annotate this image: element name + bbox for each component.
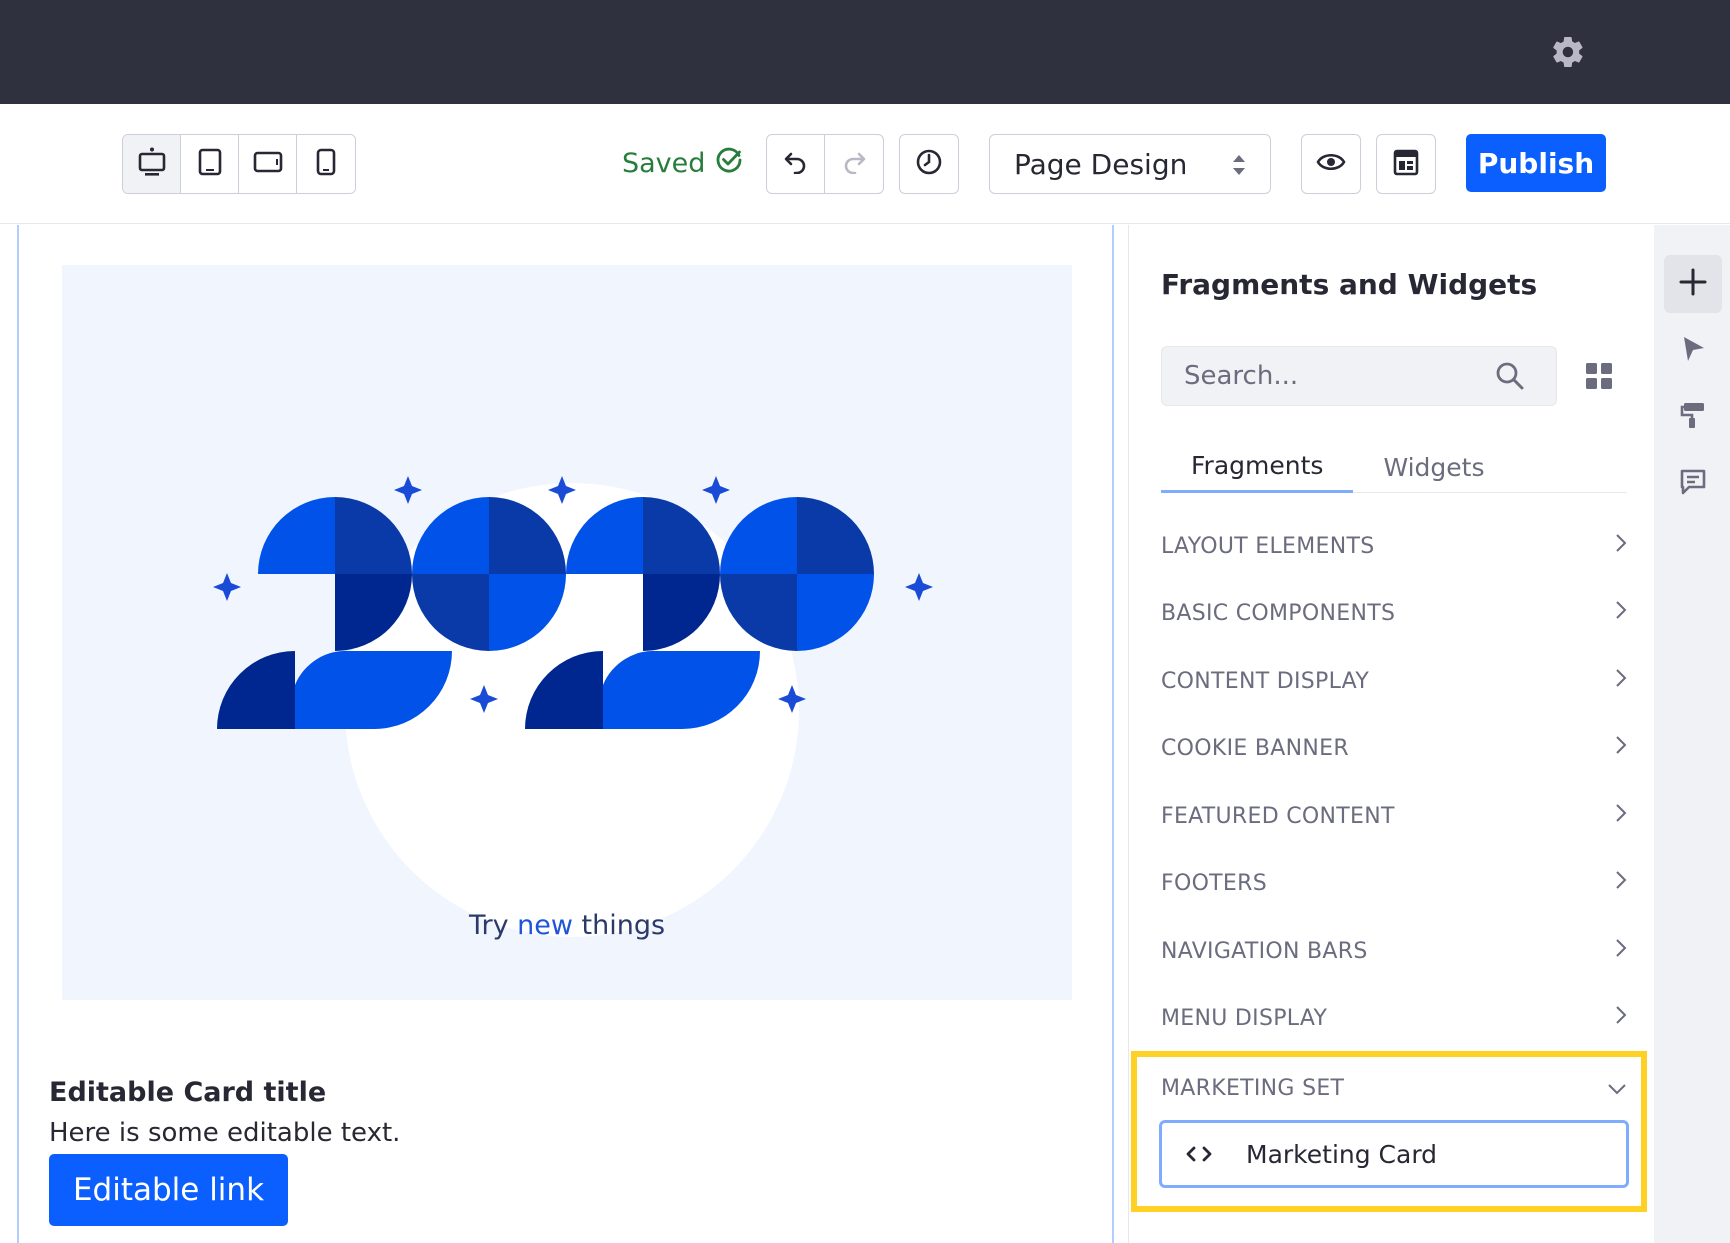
chevron-right-icon [1615,668,1627,694]
fragments-panel: Fragments and Widgets Fragments Widgets … [1128,225,1654,1243]
marketing-set-highlight: MARKETING SET Marketing Card [1131,1051,1647,1212]
page-template-icon [1393,148,1419,180]
device-switcher [122,134,356,194]
chevron-right-icon [1615,533,1627,559]
plus-icon [1678,267,1708,301]
category-featured-content[interactable]: FEATURED CONTENT [1161,791,1627,841]
style-book-button[interactable] [1664,388,1722,446]
experience-select[interactable]: Page Design [989,134,1271,194]
page-canvas: Try new things Editable Card title Here … [17,225,1114,1243]
chevron-right-icon [1615,870,1627,896]
chevron-right-icon [1615,803,1627,829]
category-label: MARKETING SET [1161,1075,1345,1101]
cursor-icon [1680,335,1706,367]
grid-view-icon[interactable] [1585,362,1613,394]
fragment-card-marketing[interactable]: Marketing Card [1159,1120,1629,1188]
card-title[interactable]: Editable Card title [49,1077,326,1108]
card-link-button[interactable]: Editable link [49,1154,288,1226]
add-fragment-button[interactable] [1664,255,1722,313]
check-circle-icon [715,146,743,181]
category-label: LAYOUT ELEMENTS [1161,533,1375,559]
landscape-button[interactable] [239,135,297,193]
preview-button[interactable] [1301,134,1361,194]
undo-icon [783,150,809,178]
category-label: COOKIE BANNER [1161,735,1349,761]
tablet-icon [198,148,222,180]
tablet-button[interactable] [181,135,239,193]
category-label: CONTENT DISPLAY [1161,668,1370,694]
tab-fragments[interactable]: Fragments [1161,441,1354,493]
banner-tagline: Try new things [62,910,1072,941]
category-marketing-set[interactable]: MARKETING SET [1161,1063,1627,1113]
card-text[interactable]: Here is some editable text. [49,1118,400,1148]
phone-button[interactable] [297,135,355,193]
editor-toolbar: Saved Page Design Publish [0,104,1730,224]
experience-select-value: Page Design [1014,147,1188,181]
comment-icon [1679,468,1707,500]
tagline-accent: new [517,910,573,941]
category-label: FEATURED CONTENT [1161,803,1395,829]
category-layout-elements[interactable]: LAYOUT ELEMENTS [1161,521,1627,571]
panel-tabs: Fragments Widgets [1161,441,1627,493]
category-label: NAVIGATION BARS [1161,938,1368,964]
headline-graphic [213,476,933,937]
chevron-right-icon [1615,600,1627,626]
comments-button[interactable] [1664,455,1722,513]
category-menu-display[interactable]: MENU DISPLAY [1161,993,1627,1043]
undo-button[interactable] [767,135,825,193]
tab-widgets[interactable]: Widgets [1353,441,1514,493]
history-button[interactable] [899,134,959,194]
gear-icon[interactable] [1550,34,1586,70]
publish-button[interactable]: Publish [1466,134,1606,192]
chevron-right-icon [1615,938,1627,964]
saved-label: Saved [622,148,706,179]
phone-icon [316,148,336,180]
desktop-icon [138,147,166,181]
fragment-label: Marketing Card [1246,1139,1438,1169]
desktop-button[interactable] [123,135,181,193]
clock-icon [915,148,943,180]
undo-redo-group [766,134,884,194]
search-icon[interactable] [1495,361,1525,395]
caret-updown-icon [1230,151,1248,186]
redo-button[interactable] [825,135,883,193]
category-label: MENU DISPLAY [1161,1005,1328,1031]
panel-title: Fragments and Widgets [1161,268,1538,301]
chevron-right-icon [1615,1005,1627,1031]
category-content-display[interactable]: CONTENT DISPLAY [1161,656,1627,706]
saved-status: Saved [622,146,743,181]
category-cookie-banner[interactable]: COOKIE BANNER [1161,723,1627,773]
eye-icon [1316,151,1346,177]
landscape-icon [253,151,283,177]
chevron-right-icon [1615,735,1627,761]
code-icon [1186,1140,1212,1169]
page-structure-button[interactable] [1376,134,1436,194]
browser-button[interactable] [1664,322,1722,380]
tagline-suffix: things [572,910,666,941]
paint-roller-icon [1680,401,1706,433]
category-navigation-bars[interactable]: NAVIGATION BARS [1161,926,1627,976]
category-label: BASIC COMPONENTS [1161,600,1396,626]
banner-image[interactable]: Try new things [62,265,1072,1000]
redo-icon [841,150,867,178]
category-footers[interactable]: FOOTERS [1161,858,1627,908]
category-label: FOOTERS [1161,870,1267,896]
category-basic-components[interactable]: BASIC COMPONENTS [1161,588,1627,638]
chevron-down-icon [1607,1076,1627,1101]
tagline-prefix: Try [468,910,518,941]
top-bar [0,0,1730,104]
sidebar-rail [1654,225,1730,1243]
